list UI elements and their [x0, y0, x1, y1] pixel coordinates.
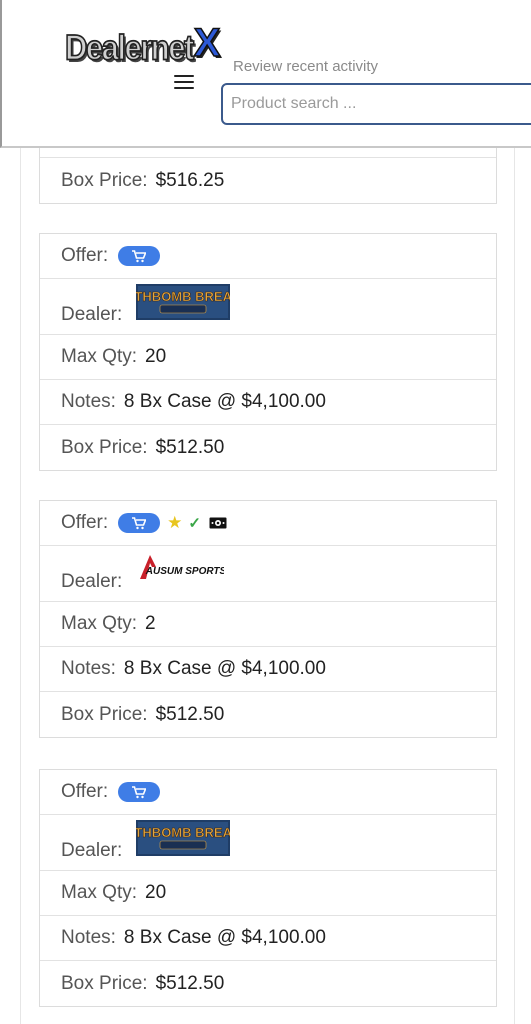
check-icon: ✓: [188, 515, 201, 532]
dealer-label: Dealer:: [61, 840, 123, 861]
add-to-cart-button[interactable]: [118, 246, 161, 266]
filthbomb-breaks-logo[interactable]: FILTHBOMB BREAKS: [116, 820, 251, 862]
notes-label: Notes:: [61, 927, 116, 948]
notes-value: 8 Bx Case @ $4,100.00: [123, 658, 326, 679]
cart-icon: [132, 785, 147, 798]
cart-icon: [132, 516, 147, 529]
hamburger-menu-icon[interactable]: [174, 72, 194, 92]
max-qty-label: Max Qty:: [61, 882, 138, 903]
max-qty-row: Max Qty: 20: [40, 871, 496, 916]
box-price-row: Box Price: $512.50: [40, 425, 496, 470]
box-price-row: Box Price: $512.50: [40, 961, 496, 1006]
cart-icon: [132, 249, 147, 262]
review-recent-activity-link[interactable]: Review recent activity: [233, 58, 378, 75]
offer-label: Offer:: [61, 245, 109, 266]
offer-row: Offer:: [40, 234, 496, 279]
box-price-label: Box Price:: [61, 436, 148, 458]
cash-icon: [209, 517, 227, 529]
box-price-value: $512.50: [155, 436, 225, 458]
box-price-row: Box Price: $516.25: [40, 158, 496, 203]
notes-row: Notes: 8 Bx Case @ $4,100.00: [40, 916, 496, 961]
dealer-row: Dealer: FILTHBOMB BREAKS: [40, 815, 496, 871]
box-price-value: $512.50: [155, 972, 225, 994]
box-price-value: $516.25: [155, 169, 225, 191]
app-header: Dealernet X Review recent activity: [0, 0, 531, 148]
svg-text:FILTHBOMB BREAKS: FILTHBOMB BREAKS: [136, 825, 230, 840]
notes-value: 8 Bx Case @ $4,100.00: [123, 927, 326, 948]
notes-label: Notes:: [61, 658, 116, 679]
logo-wordmark: Dealernet: [64, 26, 195, 68]
max-qty-value: 20: [145, 882, 167, 903]
star-icon: ★: [167, 513, 183, 532]
box-price-label: Box Price:: [61, 169, 148, 191]
offer-card: Offer: Dealer: FILTHBOMB BREAKS Max Qty:…: [39, 233, 497, 471]
dealer-row: Dealer: AUSUM SPORTS: [40, 546, 496, 602]
offer-card: Offer: Dealer: FILTHBOMB BREAKS Max Qty:…: [39, 769, 497, 1007]
svg-text:AUSUM SPORTS: AUSUM SPORTS: [145, 566, 224, 577]
box-price-value: $512.50: [155, 703, 225, 725]
notes-row: Notes: 8 Bx Case @ $4,100.00: [40, 380, 496, 425]
dealer-label: Dealer:: [61, 304, 123, 325]
add-to-cart-button[interactable]: [118, 782, 161, 802]
logo-x-mark: X: [193, 20, 221, 66]
box-price-label: Box Price:: [61, 972, 148, 994]
offer-card: Offer: ★ ✓ Dealer: AUSUM SPORTS Max Qty:…: [39, 500, 497, 738]
dealer-label: Dealer:: [61, 571, 123, 592]
notes-label: Notes:: [61, 391, 116, 412]
offer-row: Offer: ★ ✓: [40, 501, 496, 546]
box-price-label: Box Price:: [61, 703, 148, 725]
box-price-row: Box Price: $512.50: [40, 692, 496, 737]
filthbomb-breaks-logo[interactable]: FILTHBOMB BREAKS: [116, 284, 251, 326]
notes-value: 8 Bx Case @ $4,100.00: [123, 391, 326, 412]
dealer-row: Dealer: FILTHBOMB BREAKS: [40, 279, 496, 335]
add-to-cart-button[interactable]: [118, 513, 161, 533]
max-qty-row: Max Qty: 20: [40, 335, 496, 380]
max-qty-label: Max Qty:: [61, 613, 138, 634]
notes-row: Notes: 8 Bx Case @ $4,100.00: [40, 647, 496, 692]
max-qty-value: 20: [145, 346, 167, 367]
ausum-sports-logo[interactable]: AUSUM SPORTS: [136, 549, 227, 593]
offer-label: Offer:: [61, 512, 109, 533]
max-qty-label: Max Qty:: [61, 346, 138, 367]
offer-label: Offer:: [61, 781, 109, 802]
offer-card-partial: Box Price: $516.25: [39, 140, 497, 204]
svg-text:FILTHBOMB BREAKS: FILTHBOMB BREAKS: [136, 289, 230, 304]
max-qty-row: Max Qty: 2: [40, 602, 496, 647]
product-search-input[interactable]: [221, 83, 531, 125]
max-qty-value: 2: [145, 613, 156, 634]
offer-row: Offer:: [40, 770, 496, 815]
dealernetx-logo[interactable]: Dealernet X: [64, 20, 221, 68]
